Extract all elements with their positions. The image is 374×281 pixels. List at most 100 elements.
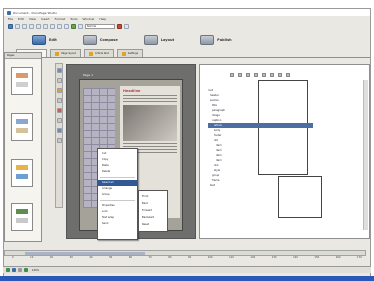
status-page-icon[interactable]	[12, 268, 16, 272]
thumbnail-text	[16, 218, 28, 223]
context-item-delete[interactable]: Delete	[98, 169, 137, 175]
mode-layout-label: Layout	[160, 37, 175, 42]
preview-icon[interactable]	[71, 24, 76, 29]
submenu-item-forward[interactable]: Forward	[139, 207, 167, 214]
ruler-tick: 60	[128, 256, 132, 259]
menu-insert[interactable]: Insert	[41, 17, 50, 21]
text-line	[123, 95, 177, 96]
delete-node-icon[interactable]	[262, 73, 266, 77]
filter-icon[interactable]	[278, 73, 282, 77]
ruler-tick: 0	[12, 256, 14, 259]
page-thumbnail[interactable]	[11, 67, 33, 95]
layout-mode-icon	[143, 34, 158, 45]
menu-window[interactable]: Window	[83, 17, 95, 21]
help-icon[interactable]	[117, 24, 122, 29]
text-tool-icon[interactable]	[56, 78, 62, 83]
structure-toolbar	[230, 72, 350, 78]
pages-panel-title: Pages	[5, 53, 41, 59]
page-thumbnail[interactable]	[11, 203, 33, 231]
down-arrow-icon[interactable]	[254, 73, 258, 77]
mode-edit-button[interactable]: Edit	[32, 34, 57, 45]
mode-publish-button[interactable]: Publish	[200, 34, 232, 45]
status-ok-icon	[6, 268, 10, 272]
page-label: Page 1	[83, 73, 94, 77]
paste-icon[interactable]	[50, 24, 55, 29]
style-combo[interactable]: Normal	[85, 24, 115, 29]
menu-separator	[100, 200, 135, 201]
redo-icon[interactable]	[64, 24, 69, 29]
zoom-tool-icon[interactable]	[56, 128, 62, 133]
text-line	[123, 146, 177, 147]
ruler-tick: 130	[271, 256, 277, 259]
structure-scrollbar[interactable]	[363, 80, 368, 230]
submenu: Front Back Forward Backward Reset	[138, 190, 168, 232]
copy-icon[interactable]	[43, 24, 48, 29]
menu-view[interactable]: View	[29, 17, 36, 21]
page-thumbnail[interactable]	[11, 159, 33, 187]
mode-bar: Edit Compose Layout Publish	[4, 32, 370, 47]
save-icon[interactable]	[22, 24, 27, 29]
mode-publish-label: Publish	[217, 37, 232, 42]
hand-tool-icon[interactable]	[56, 138, 62, 143]
status-bar: 100%	[3, 266, 371, 273]
ruler-tick: 90	[188, 256, 192, 259]
tab-page-layout[interactable]: Page layout	[50, 49, 81, 57]
up-arrow-icon[interactable]	[246, 73, 250, 77]
open-folder-icon[interactable]	[15, 24, 20, 29]
tree-node[interactable]: text	[208, 183, 313, 188]
article-image[interactable]	[123, 105, 177, 141]
new-document-icon[interactable]	[8, 24, 13, 29]
zoom-icon[interactable]	[78, 24, 83, 29]
select-tool-icon[interactable]	[56, 68, 62, 73]
table-tool-icon[interactable]	[56, 118, 62, 123]
settings-icon[interactable]	[124, 24, 129, 29]
main-toolbar: Normal	[4, 22, 370, 31]
menu-file[interactable]: File	[8, 17, 13, 21]
line-tool-icon[interactable]	[56, 108, 62, 113]
submenu-item-reset[interactable]: Reset	[139, 221, 167, 228]
image-tool-icon[interactable]	[56, 88, 62, 93]
tab-article-text[interactable]: Article text	[84, 49, 114, 57]
submenu-item-backward[interactable]: Backward	[139, 214, 167, 221]
text-line	[123, 143, 177, 144]
shape-tool-icon[interactable]	[56, 98, 62, 103]
undo-icon[interactable]	[57, 24, 62, 29]
pages-panel: Pages	[4, 52, 42, 242]
ruler-tick: 30	[69, 256, 73, 259]
context-menu: Cut Copy Paste Delete Select all Arrange…	[97, 148, 138, 240]
menu-tools[interactable]: Tools	[70, 17, 77, 21]
submenu-item-front[interactable]: Front	[139, 193, 167, 200]
search-icon[interactable]	[286, 73, 290, 77]
menu-help[interactable]: Help	[99, 17, 106, 21]
collapse-icon[interactable]	[238, 73, 242, 77]
submenu-item-back[interactable]: Back	[139, 200, 167, 207]
page-thumbnail[interactable]	[11, 113, 33, 141]
context-item-group[interactable]: Group	[98, 192, 137, 198]
tab-settings[interactable]: Settings	[116, 49, 144, 57]
mode-compose-label: Compose	[99, 37, 118, 42]
zoom-level[interactable]: 100%	[32, 269, 39, 272]
menu-edit[interactable]: Edit	[18, 17, 24, 21]
text-line	[123, 101, 177, 102]
mode-compose-button[interactable]: Compose	[82, 34, 118, 45]
status-grid-icon[interactable]	[18, 268, 22, 272]
menu-format[interactable]: Format	[55, 17, 66, 21]
print-icon[interactable]	[29, 24, 34, 29]
edit-mode-icon	[32, 34, 46, 45]
cut-icon[interactable]	[36, 24, 41, 29]
context-item-send[interactable]: Send	[98, 221, 137, 227]
add-node-icon[interactable]	[270, 73, 274, 77]
ruler-tick: 70	[148, 256, 152, 259]
ruler-tick: 100	[207, 256, 213, 259]
thumbnail-image	[16, 73, 28, 78]
layout-icon	[55, 51, 60, 56]
text-icon	[89, 51, 93, 56]
mode-layout-button[interactable]: Layout	[143, 34, 175, 45]
expand-icon[interactable]	[230, 73, 234, 77]
status-sync-icon[interactable]	[24, 268, 28, 272]
app-icon	[7, 10, 11, 15]
scrollbar-thumb[interactable]	[25, 252, 145, 255]
ruler-tick: 10	[30, 256, 34, 259]
tab-article-text-label: Article text	[95, 52, 109, 55]
ruler-tick: 80	[168, 256, 172, 259]
